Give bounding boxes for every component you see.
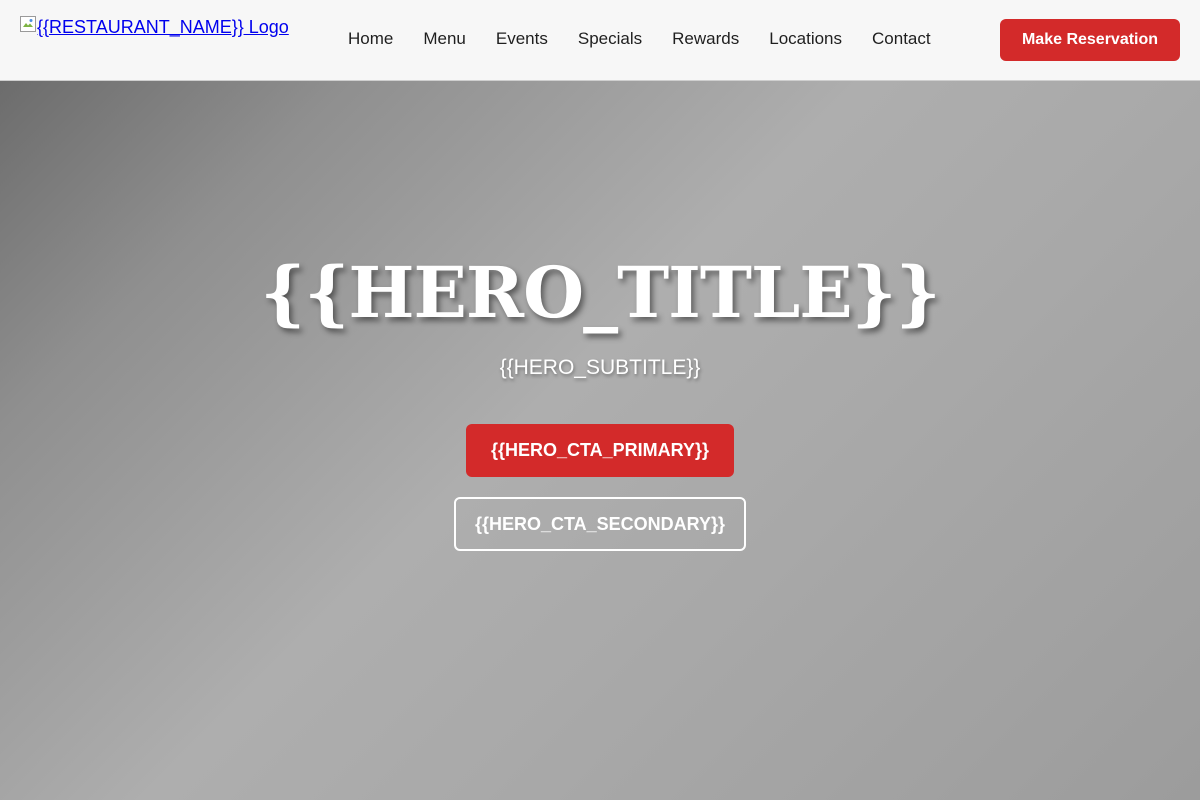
logo-alt-text: {{RESTAURANT_NAME}} Logo xyxy=(37,17,289,37)
nav-link-menu[interactable]: Menu xyxy=(408,27,481,51)
nav-link-locations[interactable]: Locations xyxy=(754,27,857,51)
make-reservation-button[interactable]: Make Reservation xyxy=(1000,19,1180,61)
nav-link-home[interactable]: Home xyxy=(333,27,408,51)
hero-cta-secondary-button[interactable]: {{HERO_CTA_SECONDARY}} xyxy=(454,497,746,551)
hero-section: {{HERO_TITLE}} {{HERO_SUBTITLE}} {{HERO_… xyxy=(0,81,1200,800)
broken-image-icon xyxy=(20,15,36,32)
nav-link-specials[interactable]: Specials xyxy=(563,27,657,51)
main-nav: Home Menu Events Specials Rewards Locati… xyxy=(333,27,946,51)
nav-link-rewards[interactable]: Rewards xyxy=(657,27,754,51)
site-header: {{RESTAURANT_NAME}} Logo Home Menu Event… xyxy=(0,0,1200,81)
hero-title: {{HERO_TITLE}} xyxy=(260,251,940,334)
nav-link-events[interactable]: Events xyxy=(481,27,563,51)
logo-link[interactable]: {{RESTAURANT_NAME}} Logo xyxy=(20,16,289,38)
nav-link-contact[interactable]: Contact xyxy=(857,27,946,51)
page: {{RESTAURANT_NAME}} Logo Home Menu Event… xyxy=(0,0,1200,800)
hero-cta-primary-button[interactable]: {{HERO_CTA_PRIMARY}} xyxy=(466,424,734,477)
hero-subtitle: {{HERO_SUBTITLE}} xyxy=(499,356,701,379)
